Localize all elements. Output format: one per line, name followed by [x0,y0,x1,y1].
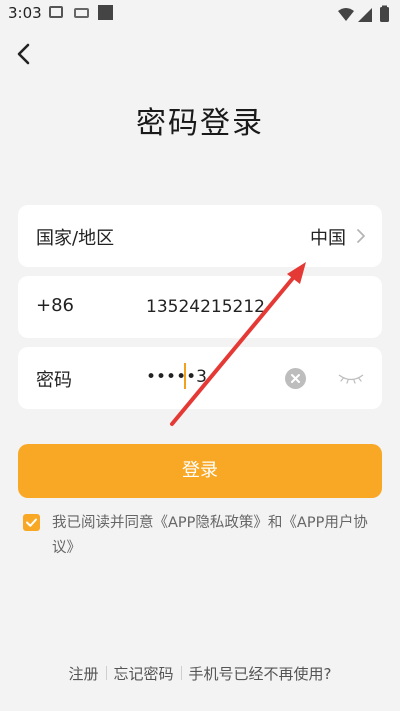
agreement-checkbox[interactable] [23,514,40,531]
status-time: 3:03 [8,4,42,22]
back-button[interactable] [10,40,38,68]
signal-icon [358,8,372,22]
chevron-right-icon [357,229,365,243]
wifi-icon [338,8,354,21]
clear-password-button[interactable] [285,368,306,389]
keyboard-notification-icon [74,8,89,18]
system-status-icons [338,5,389,22]
country-code[interactable]: +86 [36,295,74,316]
footer-links: 注册 忘记密码 手机号已经不再使用? [0,661,400,685]
password-input[interactable]: •••••3 [146,367,207,387]
page-title: 密码登录 [136,106,264,141]
battery-icon [380,7,389,22]
login-screen: 3:03 密码登录 国家/地区 中国 +86 密码 •••••3 [0,0,400,711]
link-divider [180,666,182,680]
checkmark-icon [26,518,37,527]
status-bar: 3:03 [0,0,400,28]
back-arrow-icon [17,43,30,65]
notification-square-icon [98,5,113,20]
phone-row: +86 [18,276,382,338]
forgot-password-link[interactable]: 忘记密码 [114,663,174,684]
phone-unused-link[interactable]: 手机号已经不再使用? [189,663,332,684]
agreement-text[interactable]: 我已阅读并同意《APP隐私政策》和《APP用户协议》 [52,511,382,561]
link-divider [105,666,107,680]
region-label: 国家/地区 [36,228,115,249]
eye-closed-icon[interactable] [336,371,366,385]
login-button[interactable]: 登录 [18,444,382,498]
clear-icon [291,374,300,383]
text-caret [184,363,186,389]
register-link[interactable]: 注册 [69,663,99,684]
photo-notification-icon [49,6,63,18]
password-row: 密码 •••••3 [18,347,382,409]
phone-input[interactable] [146,290,366,324]
password-label: 密码 [36,370,72,391]
region-value: 中国 [310,228,346,249]
region-selector[interactable]: 国家/地区 中国 [18,205,382,267]
